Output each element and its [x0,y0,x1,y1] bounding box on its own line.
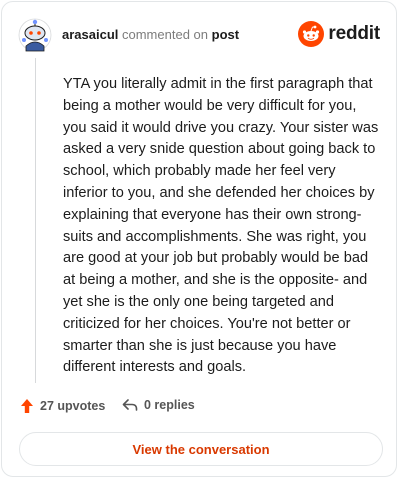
reddit-logo[interactable]: reddit [298,20,380,48]
view-conversation-button[interactable]: View the conversation [19,432,383,466]
reddit-snoo-icon [298,21,325,47]
reply-arrow-icon[interactable] [122,398,138,412]
upvote-stat[interactable]: 27 upvotes [20,398,105,414]
upvote-arrow-icon[interactable] [20,398,34,414]
reply-count: 0 replies [144,398,195,412]
reply-stat[interactable]: 0 replies [122,398,195,412]
comment-footer: 27 upvotes 0 replies [18,398,380,420]
byline: arasaicul commented on post [62,27,239,42]
comment-header: arasaicul commented on post reddit [18,18,380,54]
comment-card: arasaicul commented on post reddit YTA y… [1,1,397,477]
upvote-count: 27 upvotes [40,399,106,413]
user-avatar[interactable] [18,18,52,52]
brand-wordmark: reddit [328,23,380,44]
post-link[interactable]: post [212,27,239,42]
thread-line [35,58,36,383]
action-text: commented on [122,27,208,42]
username-link[interactable]: arasaicul [62,27,118,42]
comment-text: YTA you literally admit in the first par… [63,76,379,376]
